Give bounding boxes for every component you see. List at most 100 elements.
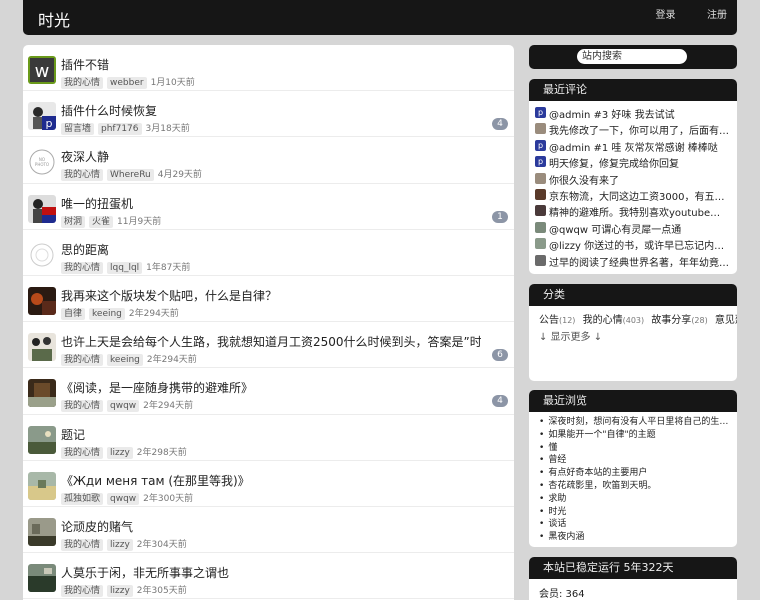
topic-row[interactable]: 论顽皮的赌气 我的心情 lizzy 2年304天前 [23,507,514,554]
topic-title[interactable]: 题记 [61,426,85,443]
recent-view-item[interactable]: 深夜时刻，想问有没有人平日里将自己的生活记录成文字 [539,416,731,429]
recent-view-item[interactable]: 懂 [539,442,731,455]
topic-row[interactable]: 《Жди меня там (在那里等我)》 孤独如歌 qwqw 2年300天前 [23,461,514,507]
topic-author[interactable]: phf7176 [98,123,142,136]
recent-comment-item[interactable]: @qwqw 可谓心有灵犀一点通 [529,219,737,236]
recent-view-item[interactable]: 谈话 [539,518,731,531]
site-logo[interactable]: 时光 [38,7,70,31]
recent-comment-item[interactable]: @lizzy 你送过的书，或许早已忘记内容，但它已经 [529,235,737,252]
topic-author[interactable]: keeing [107,354,143,367]
topic-row[interactable]: 唯一的扭蛋机 树洞 火雀 11月9天前 1 [23,184,514,230]
comment-text[interactable]: 我先修改了一下，你可以用了，后面有空再修改 [549,122,729,137]
topic-author[interactable]: webber [107,77,147,89]
comment-text[interactable]: 你很久没有来了 [549,172,729,187]
recent-comment-item[interactable]: 过早的阅读了经典世界名著，年年幼竟有种不同的 [529,252,737,269]
topic-author[interactable]: qwqw [107,400,140,413]
topic-author[interactable]: lizzy [107,538,133,551]
recent-comment-item[interactable]: 我先修改了一下，你可以用了，后面有空再修改 [529,120,737,137]
topic-author[interactable]: WhereRu [107,169,154,182]
topic-node[interactable]: 自律 [61,307,86,320]
login-link[interactable]: 登录 [656,10,676,21]
user-avatar[interactable] [28,240,56,269]
user-avatar[interactable] [28,517,56,546]
recent-view-item[interactable]: 时光 [539,506,731,519]
topic-row[interactable]: 也许上天是会给每个人生路，我就想知道月工资2500什么时候到头，答案是”时也、运… [23,322,514,369]
topic-author[interactable]: keeing [89,307,125,320]
user-avatar[interactable] [28,194,56,223]
topic-row[interactable]: 思的距离 我的心情 lqq_lql 1年87天前 [23,230,514,276]
topic-title[interactable]: 思的距离 [61,241,109,258]
show-more-link[interactable]: ↓ 显示更多 ↓ [539,329,731,346]
topic-title[interactable]: 插件不错 [61,56,109,73]
topic-title[interactable]: 《Жди меня там (在那里等我)》 [61,472,250,489]
topic-node[interactable]: 留言墙 [61,123,95,136]
topic-title[interactable]: 论顽皮的赌气 [61,518,133,535]
topic-row[interactable]: 我再来这个版块发个贴吧，什么是自律？ 自律 keeing 2年294天前 [23,276,514,323]
reply-count-badge[interactable]: 1 [492,210,508,223]
recent-comment-item[interactable]: p @admin #1 哇 灰常灰常感谢 棒棒哒 [529,137,737,154]
topic-author[interactable]: lqq_lql [107,261,143,274]
topic-row[interactable]: 题记 我的心情 lizzy 2年298天前 [23,415,514,461]
user-avatar[interactable]: NO PHOTO [28,148,56,177]
topic-node[interactable]: 我的心情 [61,538,104,551]
topic-node[interactable]: 我的心情 [61,585,104,598]
recent-comment-item[interactable]: p 明天修复，修复完成给你回复 [529,153,737,170]
comment-text[interactable]: 精神的避难所。我特别喜欢youtube上的每天听书 [549,204,729,219]
recent-view-item[interactable]: 黑夜内涵 [539,531,731,544]
topic-title[interactable]: 我再来这个版块发个贴吧，什么是自律？ [61,287,277,304]
topic-row[interactable]: 《阅读，是一座随身携带的避难所》 我的心情 qwqw 2年294天前 4 [23,368,514,415]
recent-view-item[interactable]: 求助 [539,493,731,506]
reply-count-badge[interactable]: 6 [492,349,508,362]
user-avatar[interactable] [28,379,56,408]
reply-count-badge[interactable]: 4 [492,395,508,408]
topic-row[interactable]: p 插件什么时候恢复 留言墙 phf7176 3月18天前 4 [23,91,514,138]
recent-view-item[interactable]: 如果能开一个"自律"的主题 [539,429,731,442]
comment-text[interactable]: @qwqw 可谓心有灵犀一点通 [549,221,729,236]
recent-comment-item[interactable]: 精神的避难所。我特别喜欢youtube上的每天听书 [529,202,737,219]
reply-count-badge[interactable]: 4 [492,118,508,131]
recent-view-item[interactable]: 曾经 [539,454,731,467]
topic-author[interactable]: qwqw [107,492,140,505]
user-avatar[interactable] [28,333,56,362]
topic-author[interactable]: lizzy [107,585,133,598]
topic-node[interactable]: 我的心情 [61,77,104,89]
user-avatar[interactable] [28,564,56,593]
topic-title[interactable]: 《阅读，是一座随身携带的避难所》 [61,379,253,396]
topic-title[interactable]: 夜深人静 [61,148,109,165]
topic-node[interactable]: 我的心情 [61,169,104,182]
user-avatar[interactable]: p [28,102,56,131]
comment-text[interactable]: @admin #1 哇 灰常灰常感谢 棒棒哒 [549,139,729,154]
recent-view-item[interactable]: 有点好奇本站的主要用户 [539,467,731,480]
topic-title[interactable]: 插件什么时候恢复 [61,102,157,119]
category-link[interactable]: 故事分享(28) [651,315,711,326]
comment-text[interactable]: @lizzy 你送过的书，或许早已忘记内容，但它已经 [549,237,729,252]
topic-node[interactable]: 树洞 [61,215,86,228]
recent-view-item[interactable]: 杏花疏影里，吹笛到天明。 [539,480,731,493]
topic-node[interactable]: 我的心情 [61,400,104,413]
search-input[interactable] [577,49,687,64]
category-link[interactable]: 意见建议(17) [715,315,737,326]
user-avatar[interactable] [28,425,56,454]
recent-comment-item[interactable]: p @admin #3 好味 我去试试 [529,104,737,121]
user-avatar[interactable]: w [28,56,56,84]
recent-comment-item[interactable]: 你很久没有来了 [529,170,737,187]
user-avatar[interactable] [28,286,56,315]
topic-node[interactable]: 我的心情 [61,354,104,367]
topic-row[interactable]: 人莫乐于闲，非无所事事之谓也 我的心情 lizzy 2年305天前 [23,553,514,600]
topic-author[interactable]: lizzy [107,446,133,459]
topic-title[interactable]: 唯一的扭蛋机 [61,195,133,212]
user-avatar[interactable] [28,471,56,500]
category-link[interactable]: 公告(12) [539,315,579,326]
comment-text[interactable]: 明天修复，修复完成给你回复 [549,155,729,170]
comment-text[interactable]: 过早的阅读了经典世界名著，年年幼竟有种不同的 [549,254,729,269]
comment-text[interactable]: @admin #3 好味 我去试试 [549,106,729,121]
topic-node[interactable]: 我的心情 [61,261,104,274]
comment-text[interactable]: 京东物流，大同这边工资3000，有五险一金，每天10个小时 [549,188,729,203]
topic-row[interactable]: NO PHOTO 夜深人静 我的心情 WhereRu 4月29天前 [23,137,514,184]
recent-comment-item[interactable]: 京东物流，大同这边工资3000，有五险一金，每天10个小时 [529,186,737,203]
topic-title[interactable]: 也许上天是会给每个人生路，我就想知道月工资2500什么时候到头，答案是”时也、运… [61,333,481,350]
category-link[interactable]: 我的心情(403) [583,315,648,326]
topic-title[interactable]: 人莫乐于闲，非无所事事之谓也 [61,564,229,581]
register-link[interactable]: 注册 [707,10,727,21]
topic-node[interactable]: 我的心情 [61,446,104,459]
